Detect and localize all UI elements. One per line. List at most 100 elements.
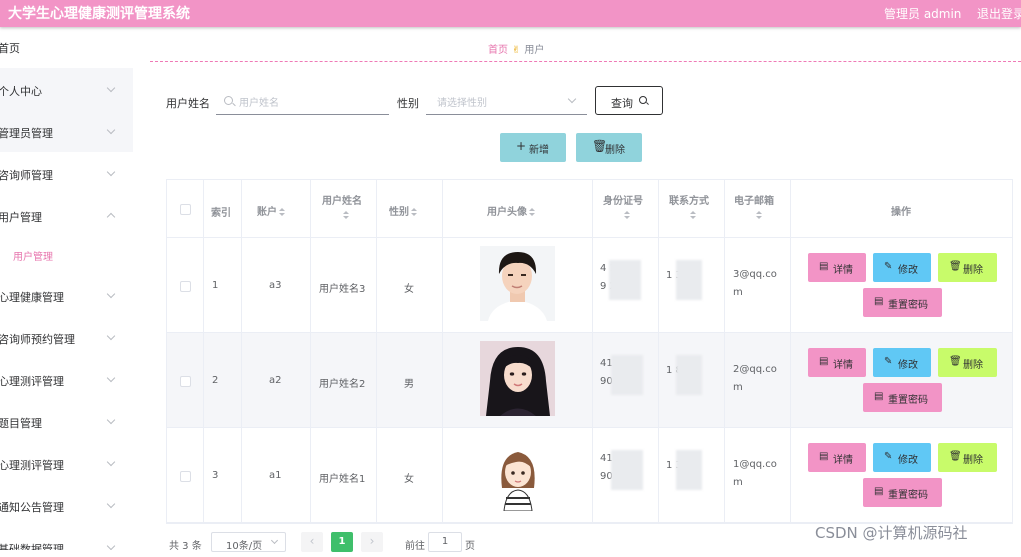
chevron-down-icon (106, 541, 116, 550)
gender-select-placeholder: 请选择性别 (437, 98, 487, 109)
chevron-up-icon (106, 212, 116, 222)
row-account: a2 (269, 375, 282, 386)
page-number-1[interactable]: 1 (331, 532, 353, 552)
name-search-placeholder: 用户姓名 (239, 98, 279, 109)
batch-delete-button[interactable]: 🗑 删除 (576, 133, 642, 162)
plus-icon: + (516, 139, 527, 153)
row-checkbox[interactable] (180, 281, 191, 292)
column-divider (790, 180, 791, 523)
column-divider (442, 180, 443, 523)
row-email-line2: m (733, 477, 743, 488)
row-email-line1: 3@qq.co (733, 269, 777, 280)
delete-button[interactable]: 🗑 删除 (938, 443, 997, 472)
chevron-down-icon (106, 373, 116, 383)
delete-button[interactable]: 🗑 删除 (938, 253, 997, 282)
chevron-down-icon (106, 125, 116, 135)
document-icon: ▤ (874, 296, 884, 307)
header-account[interactable]: 账户 (257, 203, 285, 218)
goto-page-input[interactable]: 1 (428, 532, 462, 552)
sort-icon[interactable] (690, 211, 696, 220)
edit-button[interactable]: ✎ 修改 (873, 443, 931, 472)
header-avatar[interactable]: 用户头像 (487, 203, 535, 218)
trash-icon: 🗑 (949, 451, 962, 462)
document-icon: ▤ (819, 356, 829, 367)
prev-page-button[interactable]: ‹ (301, 532, 323, 552)
sort-icon[interactable] (343, 211, 349, 220)
header-email[interactable]: 电子邮箱 (734, 192, 774, 207)
delete-button[interactable]: 🗑 删除 (938, 348, 997, 377)
breadcrumb-current: 用户 (524, 45, 545, 56)
header-id-number[interactable]: 身份证号 (603, 192, 643, 207)
redaction-mask (609, 260, 641, 300)
sidebar-item-assessment[interactable]: 心理测评管理 (0, 358, 133, 400)
detail-button-label: 详情 (833, 360, 853, 371)
sort-icon[interactable] (624, 211, 630, 220)
detail-button[interactable]: ▤ 详情 (808, 443, 866, 472)
young-man-photo (480, 246, 555, 321)
sidebar-item-personal-center[interactable]: 个人中心 (0, 68, 133, 110)
query-button[interactable]: 查询 (595, 86, 663, 115)
sidebar-item-admin-management[interactable]: 管理员管理 (0, 110, 133, 152)
breadcrumb-home[interactable]: 首页 (488, 45, 508, 56)
watermark: CSDN @计算机源码社 (815, 524, 968, 542)
young-woman-photo (480, 341, 555, 416)
sidebar-item-mental-health[interactable]: 心理健康管理 (0, 274, 133, 316)
sidebar-item-counselor-management[interactable]: 咨询师管理 (0, 152, 133, 194)
reset-password-button[interactable]: ▤ 重置密码 (863, 288, 942, 317)
column-divider (724, 180, 725, 523)
sidebar-item-questions[interactable]: 题目管理 (0, 400, 133, 442)
edit-button-label: 修改 (898, 360, 918, 371)
row-email: 3@qq.co m (733, 266, 787, 302)
row-name: 用户姓名1 (319, 474, 366, 485)
redaction-mask (676, 450, 702, 490)
sidebar-item-appointment[interactable]: 咨询师预约管理 (0, 316, 133, 358)
edit-button[interactable]: ✎ 修改 (873, 348, 931, 377)
document-icon: ▤ (874, 391, 884, 402)
sort-icon[interactable] (756, 211, 762, 220)
add-button[interactable]: + 新增 (500, 133, 566, 162)
header-gender[interactable]: 性别 (389, 203, 417, 218)
admin-label: 管理员 admin (884, 7, 962, 21)
redaction-mask (611, 355, 643, 395)
detail-button[interactable]: ▤ 详情 (808, 253, 866, 282)
page-size-select[interactable]: 10条/页 (211, 532, 286, 552)
sidebar-subitem-user-management[interactable]: 用户管理 (13, 248, 53, 263)
row-checkbox[interactable] (180, 376, 191, 387)
next-page-button[interactable]: › (361, 532, 383, 552)
sidebar-item-base-data[interactable]: 基础数据管理 (0, 526, 133, 550)
edit-button[interactable]: ✎ 修改 (873, 253, 931, 282)
header-name[interactable]: 用户姓名 (322, 192, 362, 207)
detail-button-label: 详情 (833, 455, 853, 466)
table-row[interactable]: 1 a3 用户姓名3 女 4 199 20 1 36 3@qq.com ▤详情 … (167, 238, 1012, 333)
user-avatar-image (480, 341, 555, 416)
sidebar-item-assessment-2[interactable]: 心理测评管理 (0, 442, 133, 484)
detail-button[interactable]: ▤ 详情 (808, 348, 866, 377)
logout-link[interactable]: 退出登录 (977, 5, 1021, 22)
sidebar-item-home[interactable]: 首页 (0, 27, 133, 69)
reset-password-button[interactable]: ▤ 重置密码 (863, 383, 942, 412)
table-header: 索引 账户 用户姓名 性别 用户头像 身份证号 联系方式 电子邮箱 操作 (167, 180, 1012, 238)
select-all-checkbox[interactable] (180, 204, 191, 215)
gender-select[interactable]: 请选择性别 (426, 88, 587, 115)
breadcrumb: 首页 ✌ 用户 (488, 41, 544, 56)
name-search-input[interactable]: 用户姓名 (216, 88, 389, 115)
document-icon: ▤ (819, 451, 829, 462)
table-row[interactable]: 3 a1 用户姓名1 女 41( 990: 0 1 36 1@qq.com ▤详… (167, 428, 1012, 523)
reset-password-label: 重置密码 (888, 490, 928, 501)
sort-icon (411, 207, 417, 217)
redaction-mask (676, 260, 702, 300)
column-divider (658, 180, 659, 523)
sidebar-item-label: 题目管理 (0, 417, 42, 430)
header-phone[interactable]: 联系方式 (669, 192, 709, 207)
row-checkbox[interactable] (180, 471, 191, 482)
sidebar-item-user-management[interactable]: 用户管理 (0, 194, 133, 236)
edit-button-label: 修改 (898, 455, 918, 466)
delete-button-label: 删除 (963, 265, 983, 276)
search-icon (224, 96, 233, 105)
sidebar-item-notices[interactable]: 通知公告管理 (0, 484, 133, 526)
reset-password-label: 重置密码 (888, 300, 928, 311)
reset-password-button[interactable]: ▤ 重置密码 (863, 478, 942, 507)
edit-icon: ✎ (884, 261, 893, 272)
sort-icon (529, 207, 535, 217)
table-row[interactable]: 2 a2 用户姓名2 男 41 990 0 1 86 2@qq.com ▤详情 … (167, 333, 1012, 428)
